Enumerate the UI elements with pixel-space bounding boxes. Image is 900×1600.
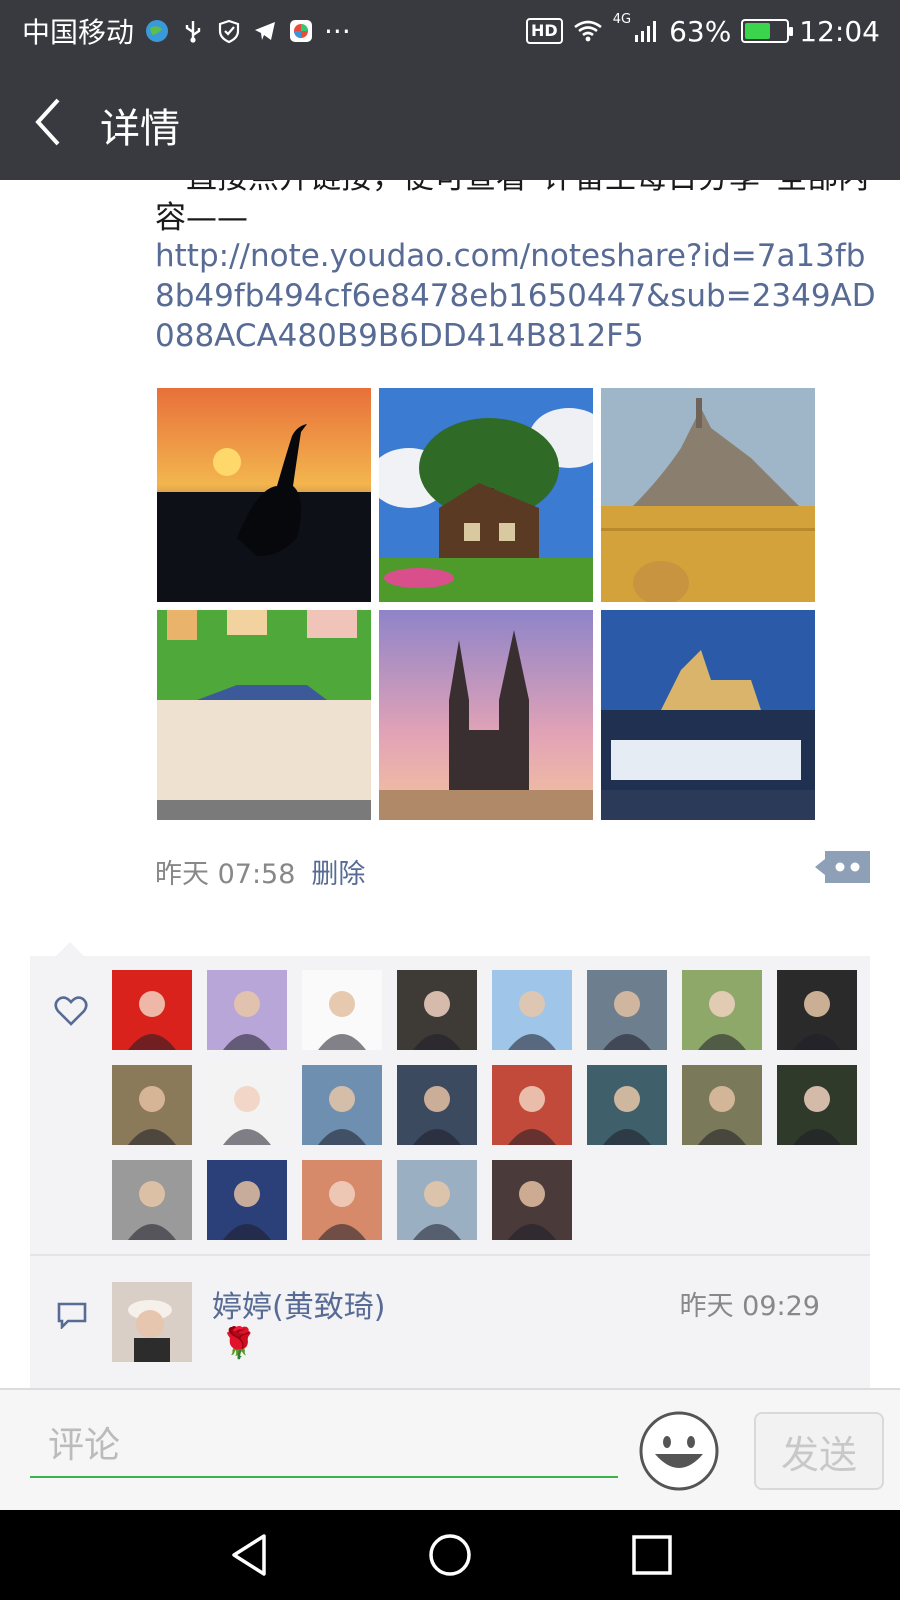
divider: [30, 1254, 870, 1256]
photo-colorful-buildings[interactable]: [157, 610, 371, 820]
shield-icon: [218, 19, 240, 44]
comment-text: 🌹: [220, 1326, 258, 1361]
wifi-icon: [573, 20, 602, 42]
like-avatar[interactable]: [302, 1160, 382, 1240]
like-avatar[interactable]: [207, 970, 287, 1050]
battery-icon: [741, 19, 794, 43]
carrier-name: 中国移动: [22, 16, 135, 49]
delete-link[interactable]: 删除: [311, 852, 365, 891]
send-button[interactable]: 发送: [754, 1412, 884, 1490]
likes-arrow: [56, 942, 84, 956]
heart-icon: [54, 996, 88, 1026]
post-meta: 昨天 07:58 删除: [155, 852, 365, 891]
like-avatar[interactable]: [492, 1160, 572, 1240]
network-type: 4G: [612, 12, 632, 27]
like-avatar[interactable]: [492, 970, 572, 1050]
post-detail: 一直接点开链接，便可查看“评留王每日分享”全部内容—— http://note.…: [0, 180, 900, 1388]
likes-comments-box: 婷婷(黄致琦) 昨天 09:29 🌹: [30, 956, 870, 1388]
like-avatar[interactable]: [112, 1160, 192, 1240]
like-avatar[interactable]: [302, 1065, 382, 1145]
like-avatar[interactable]: [397, 1160, 477, 1240]
like-avatar[interactable]: [682, 1065, 762, 1145]
post-time: 昨天 07:58: [155, 859, 296, 890]
telegram-icon: [255, 22, 276, 40]
comment-input-bar: 发送: [0, 1388, 900, 1510]
back-arrow-icon[interactable]: [30, 92, 86, 152]
more-actions-icon[interactable]: [815, 848, 870, 886]
title-bar: 详情: [0, 62, 900, 180]
like-avatar[interactable]: [682, 970, 762, 1050]
hd-badge: HD: [526, 18, 563, 44]
commenter-avatar[interactable]: [112, 1282, 192, 1362]
like-avatar[interactable]: [397, 1065, 477, 1145]
photo-cottage[interactable]: [379, 388, 593, 602]
like-avatar[interactable]: [112, 970, 192, 1050]
like-avatar[interactable]: [397, 970, 477, 1050]
like-avatar[interactable]: [777, 970, 857, 1050]
battery-level-fill: [745, 23, 771, 39]
navigation-bar: [0, 1510, 900, 1600]
more-notifications: ···: [324, 14, 351, 48]
nav-back-icon[interactable]: [228, 1532, 274, 1578]
clock: 12:04: [799, 14, 880, 48]
comment-time: 昨天 09:29: [679, 1291, 820, 1322]
comment-input[interactable]: [30, 1414, 618, 1478]
like-avatar[interactable]: [207, 1160, 287, 1240]
photo-crane-sunset[interactable]: [157, 388, 371, 602]
post-text: 一直接点开链接，便可查看“评留王每日分享”全部内容——: [155, 180, 869, 236]
like-avatar[interactable]: [777, 1065, 857, 1145]
like-avatar[interactable]: [587, 970, 667, 1050]
photo-prague-castle[interactable]: [601, 610, 815, 820]
photo-gothic-church[interactable]: [379, 610, 593, 820]
commenter-name[interactable]: 婷婷(黄致琦): [212, 1282, 385, 1326]
emoji-icon[interactable]: [638, 1410, 720, 1492]
like-avatar[interactable]: [207, 1065, 287, 1145]
like-avatar[interactable]: [492, 1065, 572, 1145]
usb-icon: [185, 21, 201, 43]
app-icon: [290, 20, 313, 42]
photo-mont-saint-michel[interactable]: [601, 388, 815, 602]
like-avatar[interactable]: [112, 1065, 192, 1145]
post-link[interactable]: http://note.youdao.com/noteshare?id=7a13…: [155, 236, 885, 356]
status-bar: 中国移动 ··· HD 4G 63% 12:04: [0, 0, 900, 62]
browser-icon: [146, 20, 169, 42]
photo-grid: [157, 388, 815, 820]
battery-percent: 63%: [669, 14, 732, 48]
comment-icon: [57, 1302, 87, 1329]
like-avatar[interactable]: [302, 970, 382, 1050]
nav-home-icon[interactable]: [427, 1532, 473, 1578]
like-avatar[interactable]: [587, 1065, 667, 1145]
page-title: 详情: [100, 106, 180, 152]
nav-recents-icon[interactable]: [629, 1532, 675, 1578]
signal-icon: [635, 21, 657, 42]
